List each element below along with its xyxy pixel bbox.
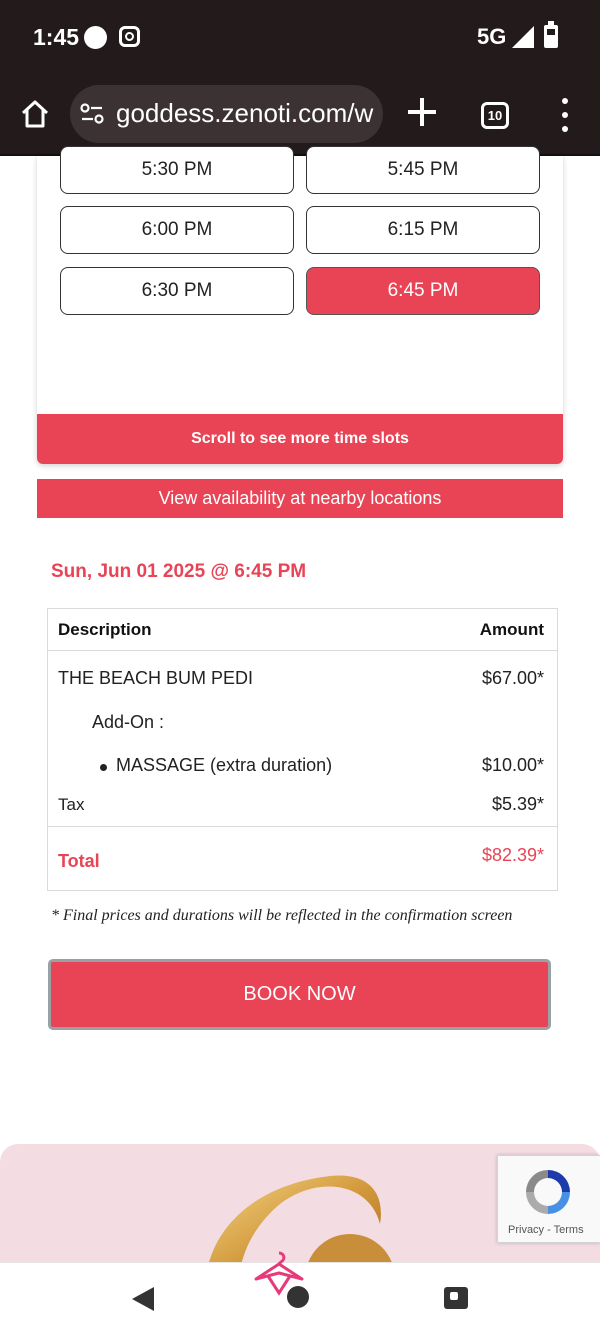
time-slot-button[interactable]: 5:30 PM [60,146,294,194]
overflow-menu-icon[interactable] [560,98,570,132]
status-time: 1:45 [33,24,80,50]
browser-toolbar: goddess.zenoti.com/w 10 [0,74,600,156]
home-nav-icon[interactable] [248,1249,310,1311]
address-bar[interactable]: goddess.zenoti.com/w [70,85,383,143]
tax-label: Tax [58,795,85,814]
terms-link[interactable]: Terms [554,1224,584,1236]
home-icon[interactable] [19,98,51,130]
new-tab-icon[interactable] [406,96,438,128]
tab-switcher-icon[interactable]: 10 [481,102,509,129]
book-now-button[interactable]: BOOK NOW [48,959,551,1030]
total-label: Total [58,851,100,871]
price-disclaimer: * Final prices and durations will be ref… [51,907,513,924]
link-separator: - [544,1224,554,1236]
signal-icon [512,26,534,48]
recaptcha-badge[interactable]: Privacy - Terms [497,1155,600,1243]
addon-name: MASSAGE (extra duration) [116,755,333,775]
url-text[interactable]: goddess.zenoti.com/w [116,98,373,129]
nearby-locations-button[interactable]: View availability at nearby locations [37,479,563,518]
time-slot-button[interactable]: 6:00 PM [60,206,294,254]
time-slot-button[interactable]: 5:45 PM [306,146,540,194]
time-slot-button-selected[interactable]: 6:45 PM [306,267,540,315]
amount-header: Amount [479,620,544,639]
time-slot-button[interactable]: 6:15 PM [306,206,540,254]
appointment-datetime: Sun, Jun 01 2025 @ 6:45 PM [51,561,307,582]
description-header: Description [58,620,152,639]
total-amount: $82.39* [481,845,544,865]
service-name: THE BEACH BUM PEDI [58,668,254,688]
table-header: Description Amount [48,609,557,651]
site-settings-icon[interactable] [80,103,104,125]
time-slot-button[interactable]: 6:30 PM [60,267,294,315]
system-nav-bar [0,1251,600,1333]
addon-amount: $10.00* [481,755,544,775]
recaptcha-links: Privacy - Terms [508,1224,584,1236]
privacy-link[interactable]: Privacy [508,1224,544,1236]
price-summary-table: Description Amount THE BEACH BUM PEDI $6… [47,608,558,891]
divider [48,826,557,827]
addon-label: Add-On : [92,712,165,732]
service-amount: $67.00* [481,668,544,688]
tax-amount: $5.39* [491,794,544,814]
battery-icon [544,21,558,48]
back-icon[interactable] [132,1287,154,1311]
notification-dot-icon [84,26,107,49]
recaptcha-icon [526,1170,570,1214]
scroll-hint-banner: Scroll to see more time slots [37,414,563,464]
recents-icon[interactable] [444,1287,468,1309]
instagram-icon [119,26,140,47]
bullet-icon [100,764,107,771]
network-type: 5G [477,24,507,49]
status-bar: 1:45 5G [0,0,600,74]
